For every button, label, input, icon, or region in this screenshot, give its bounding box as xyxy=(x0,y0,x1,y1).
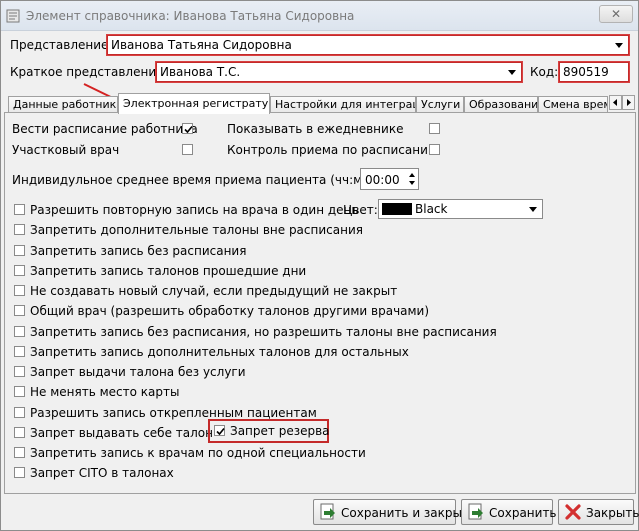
window-close-button[interactable]: ✕ xyxy=(599,5,633,23)
short-representation-combo[interactable]: Иванова Т.С. xyxy=(155,61,523,83)
avg-time-label: Индивидульное среднее время приема пацие… xyxy=(12,173,376,187)
tab-services[interactable]: Услуги xyxy=(416,96,464,113)
restriction-checkbox[interactable] xyxy=(14,204,25,215)
restriction-checkbox[interactable] xyxy=(14,285,25,296)
color-combo[interactable]: Black xyxy=(378,199,543,219)
chevron-left-icon xyxy=(613,99,617,106)
tab-integration-settings[interactable]: Настройки для интеграции xyxy=(270,96,416,113)
restriction-label: Не создавать новый случай, если предыдущ… xyxy=(30,284,398,298)
restriction-checkbox[interactable] xyxy=(14,407,25,418)
tab-scroll-right-button[interactable] xyxy=(622,95,635,110)
district-doctor-label: Участковый врач xyxy=(12,143,120,157)
district-doctor-checkbox[interactable] xyxy=(182,144,193,155)
code-label: Код: xyxy=(530,65,559,79)
restriction-label: Разрешить повторную запись на врача в од… xyxy=(30,203,359,217)
save-label: Сохранить xyxy=(489,506,557,520)
restriction-label: Запретить запись дополнительных талонов … xyxy=(30,345,409,359)
short-representation-value: Иванова Т.С. xyxy=(160,65,241,79)
close-label: Закрыть xyxy=(586,506,639,520)
check-icon xyxy=(216,427,225,436)
restriction-label: Запрет выдачи талона без услуги xyxy=(30,365,246,379)
restriction-label: Запретить запись без расписания, но разр… xyxy=(30,325,497,339)
close-button[interactable]: Закрыть xyxy=(558,499,639,525)
spinner-arrows-icon[interactable] xyxy=(407,171,417,187)
color-swatch xyxy=(382,203,412,215)
control-by-schedule-label: Контроль приема по расписанию xyxy=(227,143,438,157)
restriction-label: Запретить запись талонов прошедшие дни xyxy=(30,264,307,278)
representation-value: Иванова Татьяна Сидоровна xyxy=(111,38,292,52)
reserve-label: Запрет резерва xyxy=(230,424,330,438)
restriction-checkbox[interactable] xyxy=(14,366,25,377)
restriction-label: Запрет выдавать себе талон xyxy=(30,426,213,440)
close-icon: ✕ xyxy=(610,7,622,21)
restriction-checkbox[interactable] xyxy=(14,386,25,397)
tab-strip: Данные работника Электронная регистратур… xyxy=(4,93,636,114)
restriction-label: Запрет CITO в талонах xyxy=(30,466,174,480)
avg-time-spinner[interactable]: 00:00 xyxy=(360,168,419,190)
tab-time-change[interactable]: Смена врем xyxy=(538,96,608,113)
restriction-label: Запретить дополнительные талоны вне расп… xyxy=(30,223,363,237)
tab-employee-data[interactable]: Данные работника xyxy=(8,96,118,113)
tab-education[interactable]: Образование xyxy=(464,96,538,113)
restriction-label: Общий врач (разрешить обработку талонов … xyxy=(30,304,430,318)
chevron-down-icon[interactable] xyxy=(612,38,626,52)
restriction-checkbox[interactable] xyxy=(14,427,25,438)
title-bar[interactable]: Элемент справочника: Иванова Татьяна Сид… xyxy=(1,1,638,31)
save-and-close-label: Сохранить и закрыть xyxy=(341,506,477,520)
save-icon xyxy=(467,503,485,521)
restriction-label: Запретить запись без расписания xyxy=(30,244,247,258)
short-representation-label: Краткое представление: xyxy=(10,65,168,79)
tab-scroll-left-button[interactable] xyxy=(609,95,622,110)
restriction-label: Не менять место карты xyxy=(30,385,180,399)
color-value: Black xyxy=(415,202,448,216)
restriction-label: Разрешить запись открепленным пациентам xyxy=(30,406,317,420)
restriction-checkbox[interactable] xyxy=(14,305,25,316)
chevron-right-icon xyxy=(627,99,631,106)
restriction-label: Запретить запись к врачам по одной специ… xyxy=(30,446,366,460)
keep-schedule-label: Вести расписание работника xyxy=(12,122,198,136)
save-close-icon xyxy=(319,503,337,521)
code-field[interactable]: 890519 xyxy=(558,61,630,83)
close-icon xyxy=(564,503,582,521)
check-icon xyxy=(184,125,193,134)
app-icon xyxy=(6,9,20,23)
restriction-checkbox[interactable] xyxy=(14,265,25,276)
reserve-checkbox[interactable] xyxy=(214,425,225,436)
save-button[interactable]: Сохранить xyxy=(461,499,557,525)
save-and-close-button[interactable]: Сохранить и закрыть xyxy=(313,499,476,525)
dialog-window: Элемент справочника: Иванова Татьяна Сид… xyxy=(0,0,639,531)
control-by-schedule-checkbox[interactable] xyxy=(429,144,440,155)
restriction-checkbox[interactable] xyxy=(14,467,25,478)
tab-electronic-registry[interactable]: Электронная регистратура xyxy=(118,93,270,114)
window-title: Элемент справочника: Иванова Татьяна Сид… xyxy=(26,9,355,23)
restriction-checkbox[interactable] xyxy=(14,447,25,458)
show-in-diary-checkbox[interactable] xyxy=(429,123,440,134)
avg-time-value: 00:00 xyxy=(365,173,400,187)
restriction-checkbox[interactable] xyxy=(14,245,25,256)
restriction-checkbox[interactable] xyxy=(14,326,25,337)
restriction-checkbox[interactable] xyxy=(14,346,25,357)
restriction-checkbox[interactable] xyxy=(14,224,25,235)
keep-schedule-checkbox[interactable] xyxy=(182,123,193,134)
chevron-down-icon[interactable] xyxy=(505,65,519,79)
chevron-down-icon[interactable] xyxy=(526,202,540,216)
show-in-diary-label: Показывать в ежедневнике xyxy=(227,122,404,136)
representation-label: Представление: xyxy=(10,38,113,52)
representation-combo[interactable]: Иванова Татьяна Сидоровна xyxy=(106,34,630,56)
code-value: 890519 xyxy=(563,65,609,79)
